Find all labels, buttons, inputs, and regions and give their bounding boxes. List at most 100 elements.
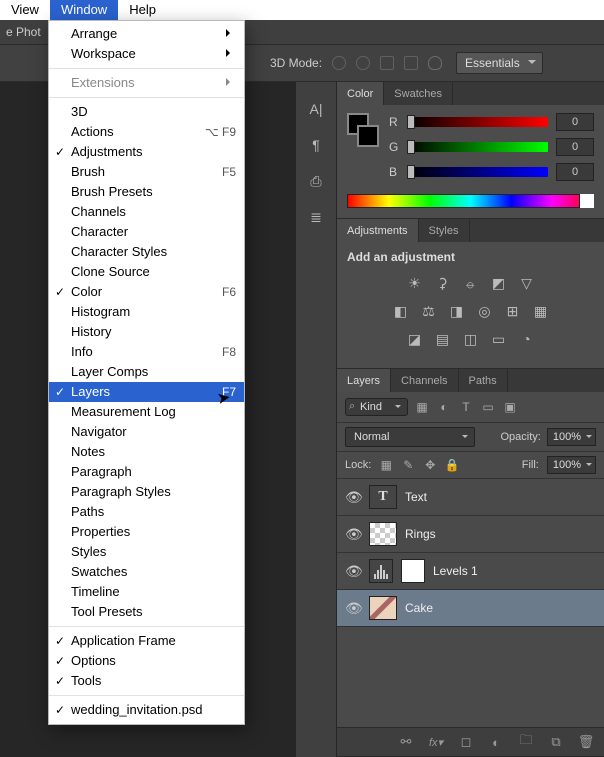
lock-paint-icon[interactable]: ✎ (401, 458, 415, 472)
r-value[interactable]: 0 (556, 113, 594, 131)
menu-color[interactable]: ✓ColorF6 (49, 282, 244, 302)
menu-navigator[interactable]: Navigator (49, 422, 244, 442)
tab-channels[interactable]: Channels (391, 369, 458, 392)
menu-layer-comps[interactable]: Layer Comps (49, 362, 244, 382)
posterize-icon[interactable]: ▤ (434, 330, 452, 348)
menu-tool-presets[interactable]: Tool Presets (49, 602, 244, 622)
menu-notes[interactable]: Notes (49, 442, 244, 462)
filter-kind-select[interactable]: Kind (345, 398, 408, 416)
invert-icon[interactable]: ◪ (406, 330, 424, 348)
photo-filter-icon[interactable]: ◎ (476, 302, 494, 320)
b-value[interactable]: 0 (556, 163, 594, 181)
opacity-value[interactable]: 100% (547, 428, 596, 446)
menu-adjustments[interactable]: ✓Adjustments (49, 142, 244, 162)
cbal-icon[interactable]: ⚖ (420, 302, 438, 320)
filter-adjust-icon[interactable]: ◐ (436, 399, 452, 415)
menu-swatches[interactable]: Swatches (49, 562, 244, 582)
group-icon[interactable]: 🗀 (518, 734, 534, 750)
trash-icon[interactable]: 🗑 (578, 734, 594, 750)
menu-extensions[interactable]: Extensions (49, 73, 244, 93)
g-slider[interactable] (407, 142, 548, 152)
layer-row-text[interactable]: 👁 T Text (337, 479, 604, 516)
menu-brush[interactable]: BrushF5 (49, 162, 244, 182)
lock-all-icon[interactable]: 🔒 (445, 458, 459, 472)
tab-layers[interactable]: Layers (337, 369, 391, 392)
tab-swatches[interactable]: Swatches (384, 82, 453, 105)
visibility-icon[interactable]: 👁 (345, 563, 361, 580)
menu-paragraph[interactable]: Paragraph (49, 462, 244, 482)
chan-mixer-icon[interactable]: ⊞ (504, 302, 522, 320)
menu-tools[interactable]: ✓Tools (49, 671, 244, 691)
new-layer-icon[interactable]: ⧉ (548, 734, 564, 750)
fg-bg-swatch[interactable] (347, 113, 379, 188)
menu-brush-presets[interactable]: Brush Presets (49, 182, 244, 202)
para-styles-panel-icon[interactable]: ≣ (305, 206, 327, 228)
levels-icon[interactable]: ⚳ (434, 274, 452, 292)
menu-paragraph-styles[interactable]: Paragraph Styles (49, 482, 244, 502)
menu-history[interactable]: History (49, 322, 244, 342)
fx-icon[interactable]: fx▾ (428, 734, 444, 750)
selcolor-icon[interactable]: ◔ (518, 330, 536, 348)
menu-options[interactable]: ✓Options (49, 651, 244, 671)
layer-row-levels[interactable]: 👁 Levels 1 (337, 553, 604, 590)
menu-window[interactable]: Window (50, 0, 118, 20)
char-styles-panel-icon[interactable]: ⎙ (305, 170, 327, 192)
menu-app-frame[interactable]: ✓Application Frame (49, 631, 244, 651)
spectrum-bar[interactable] (347, 194, 594, 208)
hue-icon[interactable]: ◧ (392, 302, 410, 320)
menu-workspace[interactable]: Workspace (49, 44, 244, 64)
menu-character[interactable]: Character (49, 222, 244, 242)
tab-styles[interactable]: Styles (419, 219, 470, 242)
menu-paths[interactable]: Paths (49, 502, 244, 522)
paragraph-panel-icon[interactable]: ¶ (305, 134, 327, 156)
filter-pixel-icon[interactable]: ▦ (414, 399, 430, 415)
r-slider[interactable] (407, 117, 548, 127)
filter-smart-icon[interactable]: ▣ (502, 399, 518, 415)
g-value[interactable]: 0 (556, 138, 594, 156)
menu-measurement[interactable]: Measurement Log (49, 402, 244, 422)
orbit-icon[interactable] (332, 56, 346, 70)
filter-shape-icon[interactable]: ▭ (480, 399, 496, 415)
brightness-icon[interactable]: ☀ (406, 274, 424, 292)
pan-icon[interactable] (380, 56, 394, 70)
layer-row-rings[interactable]: 👁 Rings (337, 516, 604, 553)
filter-type-icon[interactable]: T (458, 399, 474, 415)
slide-icon[interactable] (404, 56, 418, 70)
menu-info[interactable]: InfoF8 (49, 342, 244, 362)
bw-icon[interactable]: ◨ (448, 302, 466, 320)
vibrance-icon[interactable]: ▽ (518, 274, 536, 292)
character-panel-icon[interactable]: A| (305, 98, 327, 120)
layer-row-cake[interactable]: 👁 Cake (337, 590, 604, 627)
menu-timeline[interactable]: Timeline (49, 582, 244, 602)
gradmap-icon[interactable]: ▭ (490, 330, 508, 348)
menu-3d[interactable]: 3D (49, 102, 244, 122)
visibility-icon[interactable]: 👁 (345, 600, 361, 617)
visibility-icon[interactable]: 👁 (345, 526, 361, 543)
tab-adjustments[interactable]: Adjustments (337, 219, 419, 242)
workspace-select[interactable]: Essentials (456, 52, 543, 74)
tab-paths[interactable]: Paths (459, 369, 508, 392)
lock-pos-icon[interactable]: ✥ (423, 458, 437, 472)
lock-trans-icon[interactable]: ▦ (379, 458, 393, 472)
menu-character-styles[interactable]: Character Styles (49, 242, 244, 262)
light-icon[interactable] (428, 56, 442, 70)
menu-view[interactable]: View (0, 0, 50, 20)
threshold-icon[interactable]: ◫ (462, 330, 480, 348)
visibility-icon[interactable]: 👁 (345, 489, 361, 506)
b-slider[interactable] (407, 167, 548, 177)
exposure-icon[interactable]: ◩ (490, 274, 508, 292)
menu-actions[interactable]: Actions⌥ F9 (49, 122, 244, 142)
menu-clone-source[interactable]: Clone Source (49, 262, 244, 282)
mask-icon[interactable]: ◻ (458, 734, 474, 750)
menu-arrange[interactable]: Arrange (49, 24, 244, 44)
menu-histogram[interactable]: Histogram (49, 302, 244, 322)
menu-help[interactable]: Help (118, 0, 167, 20)
lut-icon[interactable]: ▦ (532, 302, 550, 320)
link-icon[interactable]: ⚯ (398, 734, 414, 750)
adjustment-icon[interactable]: ◐ (488, 734, 504, 750)
roll-icon[interactable] (356, 56, 370, 70)
menu-properties[interactable]: Properties (49, 522, 244, 542)
curves-icon[interactable]: ⦵ (462, 274, 480, 292)
menu-layers[interactable]: ✓LayersF7 (49, 382, 244, 402)
blend-mode-select[interactable]: Normal (345, 427, 475, 447)
